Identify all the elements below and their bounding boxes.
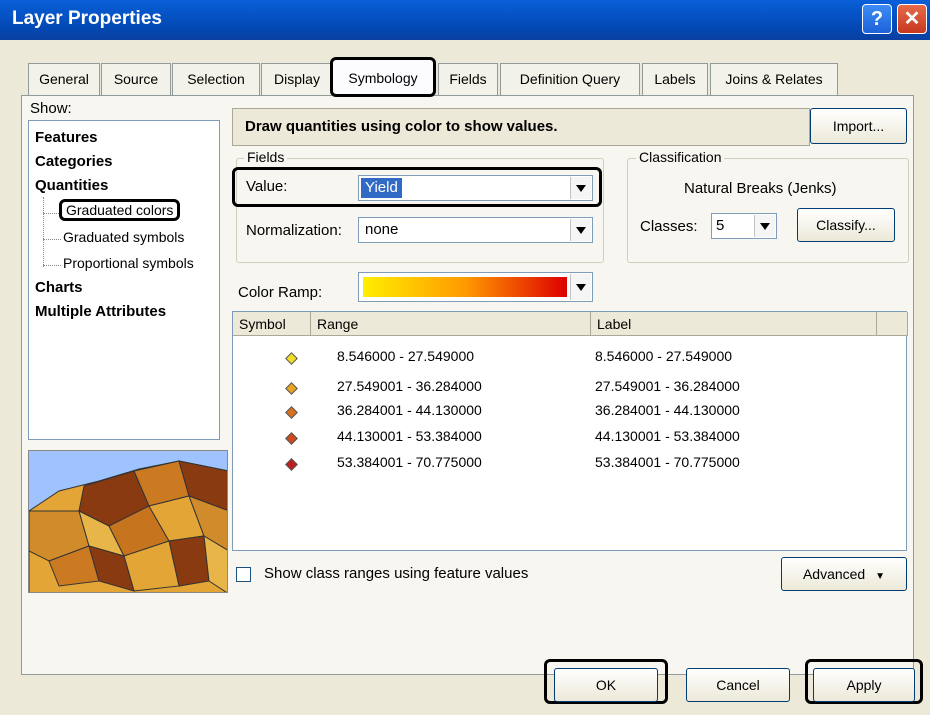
tab-general[interactable]: General [28,63,100,95]
show-item-graduated-symbols[interactable]: Graduated symbols [63,229,184,245]
classification-method: Natural Breaks (Jenks) [684,180,837,197]
color-ramp-dropdown[interactable] [358,272,593,302]
range-cell[interactable]: 44.130001 - 53.384000 [337,428,482,444]
range-cell[interactable]: 53.384001 - 70.775000 [337,454,482,470]
show-class-ranges-checkbox[interactable] [236,567,251,582]
tab-definition-query[interactable]: Definition Query [500,63,640,95]
symbol-swatch[interactable] [285,352,298,365]
show-class-ranges-label[interactable]: Show class ranges using feature values [264,565,528,582]
tab-display[interactable]: Display [261,63,333,95]
normalization-dropdown[interactable]: none [358,217,593,243]
description-box: Draw quantities using color to show valu… [232,108,810,146]
tab-joins-relates[interactable]: Joins & Relates [710,63,838,95]
ok-button[interactable]: OK [554,668,658,702]
chevron-down-icon[interactable] [570,177,591,199]
column-header-label[interactable]: Label [591,312,877,336]
label-cell[interactable]: 8.546000 - 27.549000 [595,348,732,364]
show-list[interactable]: Features Categories Quantities Graduated… [28,120,220,440]
tab-source[interactable]: Source [101,63,171,95]
show-item-categories[interactable]: Categories [35,153,113,170]
column-header-range[interactable]: Range [311,312,591,336]
tree-branch [43,239,61,240]
classes-label: Classes: [640,218,698,235]
range-cell[interactable]: 27.549001 - 36.284000 [337,378,482,394]
cancel-button[interactable]: Cancel [686,668,790,702]
tab-labels[interactable]: Labels [642,63,708,95]
symbol-swatch[interactable] [285,406,298,419]
symbol-swatch[interactable] [285,432,298,445]
classify-button[interactable]: Classify... [797,208,895,242]
color-ramp-label: Color Ramp: [238,284,323,301]
table-row[interactable]: 27.549001 - 36.284000 27.549001 - 36.284… [233,376,906,398]
description-text: Draw quantities using color to show valu… [245,118,558,135]
chevron-down-icon[interactable] [570,274,591,300]
tab-fields[interactable]: Fields [438,63,498,95]
table-row[interactable]: 36.284001 - 44.130000 36.284001 - 44.130… [233,400,906,422]
table-row[interactable]: 53.384001 - 70.775000 53.384001 - 70.775… [233,452,906,474]
show-item-graduated-colors[interactable]: Graduated colors [59,199,181,221]
label-cell[interactable]: 36.284001 - 44.130000 [595,402,740,418]
classification-legend: Classification [636,149,725,165]
symbol-swatch[interactable] [285,458,298,471]
show-label: Show: [30,100,72,117]
symbology-preview-image [28,450,228,593]
classes-dropdown[interactable]: 5 [711,213,777,239]
show-item-proportional-symbols[interactable]: Proportional symbols [63,255,194,271]
column-header-symbol[interactable]: Symbol [233,312,311,336]
tab-selection[interactable]: Selection [172,63,260,95]
show-item-quantities[interactable]: Quantities [35,177,108,194]
class-table[interactable]: Symbol Range Label 8.546000 - 27.549000 … [232,311,908,551]
apply-button[interactable]: Apply [813,668,915,702]
color-ramp-swatch [363,277,567,297]
fields-legend: Fields [244,149,288,165]
tree-line [43,197,44,267]
map-preview [29,451,227,592]
chevron-down-icon[interactable] [754,215,775,237]
normalization-value: none [365,221,399,238]
close-button[interactable]: ✕ [897,4,927,34]
label-cell[interactable]: 27.549001 - 36.284000 [595,378,740,394]
value-dropdown[interactable]: Yield [358,175,593,201]
chevron-down-icon[interactable] [570,219,591,241]
column-header-filler [877,312,908,336]
window-title: Layer Properties [12,8,162,29]
import-button[interactable]: Import... [810,108,907,144]
classes-value: 5 [716,217,725,234]
dropdown-arrow-icon: ▼ [875,571,886,582]
show-item-multiple-attributes[interactable]: Multiple Attributes [35,303,166,320]
label-cell[interactable]: 44.130001 - 53.384000 [595,428,740,444]
advanced-label: Advanced [802,566,866,582]
table-row[interactable]: 8.546000 - 27.549000 8.546000 - 27.54900… [233,346,906,368]
show-item-charts[interactable]: Charts [35,279,83,296]
range-cell[interactable]: 36.284001 - 44.130000 [337,402,482,418]
label-cell[interactable]: 53.384001 - 70.775000 [595,454,740,470]
tab-symbology[interactable]: Symbology [330,57,436,97]
symbol-swatch[interactable] [285,382,298,395]
show-item-features[interactable]: Features [35,129,98,146]
tree-branch [43,265,61,266]
normalization-label: Normalization: [246,222,342,239]
value-selected: Yield [361,178,402,198]
table-row[interactable]: 44.130001 - 53.384000 44.130001 - 53.384… [233,426,906,448]
help-button[interactable]: ? [862,4,892,34]
range-cell[interactable]: 8.546000 - 27.549000 [337,348,474,364]
advanced-button[interactable]: Advanced ▼ [781,557,907,591]
